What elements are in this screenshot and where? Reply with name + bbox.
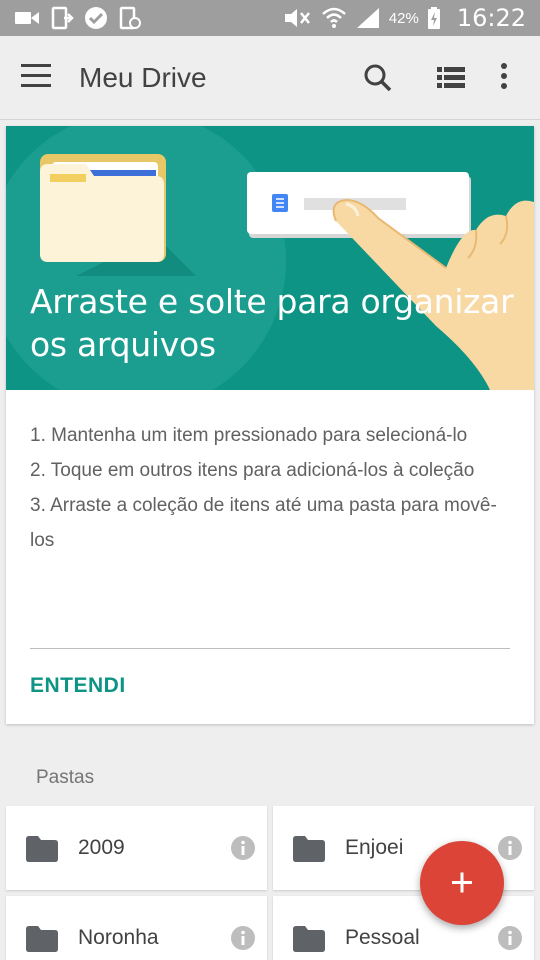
dismiss-button[interactable]: ENTENDI <box>30 674 126 698</box>
instruction-step: 1. Mantenha um item pressionado para sel… <box>30 425 468 446</box>
list-view-icon[interactable] <box>436 64 466 92</box>
screen-icon <box>51 6 74 30</box>
status-bar: 42% 16:22 <box>0 0 540 36</box>
info-icon[interactable] <box>231 926 255 950</box>
instructions-list: 1. Mantenha um item pressionado para sel… <box>30 418 510 558</box>
hero-title: Arraste e solte para organizar os arquiv… <box>30 282 514 364</box>
divider <box>30 648 510 649</box>
folder-icon <box>293 926 325 952</box>
battery-percent: 42% <box>388 9 419 27</box>
plus-icon <box>452 872 472 893</box>
status-notifications <box>14 6 142 30</box>
folder-icon <box>26 836 58 862</box>
folder-icon <box>26 926 58 952</box>
wifi-icon <box>321 7 346 28</box>
signal-icon <box>356 8 379 28</box>
tutorial-illustration: Arraste e solte para organizar os arquiv… <box>6 126 534 390</box>
folder-illustration-icon <box>40 154 166 262</box>
clock: 16:22 <box>456 4 526 32</box>
folder-name: Pessoal <box>345 926 420 949</box>
app-bar: Meu Drive <box>0 36 540 120</box>
instruction-step: 2. Toque em outros itens para adicioná-l… <box>30 460 475 481</box>
section-header-folders: Pastas <box>36 767 95 788</box>
screenshot-icon <box>119 6 141 30</box>
mute-icon <box>284 9 310 27</box>
folder-name: 2009 <box>78 836 125 859</box>
tutorial-card: Arraste e solte para organizar os arquiv… <box>6 126 534 724</box>
info-icon[interactable] <box>231 836 255 860</box>
check-icon <box>85 7 107 29</box>
battery-charging-icon <box>427 7 440 29</box>
folder-item[interactable]: 2009 <box>6 806 267 890</box>
info-icon[interactable] <box>498 926 522 950</box>
instruction-step: 3. Arraste a coleção de itens até uma pa… <box>30 495 497 551</box>
folder-icon <box>293 836 325 862</box>
folder-name: Enjoei <box>345 836 404 859</box>
search-icon[interactable] <box>362 62 394 94</box>
status-system: 42% 16:22 <box>283 4 526 32</box>
menu-icon[interactable] <box>18 64 54 92</box>
video-icon <box>15 12 39 24</box>
folder-item[interactable]: Noronha <box>6 896 267 960</box>
folder-name: Noronha <box>78 926 159 949</box>
add-button[interactable] <box>420 841 504 925</box>
more-vert-icon[interactable] <box>492 60 516 94</box>
page-title: Meu Drive <box>79 62 207 93</box>
